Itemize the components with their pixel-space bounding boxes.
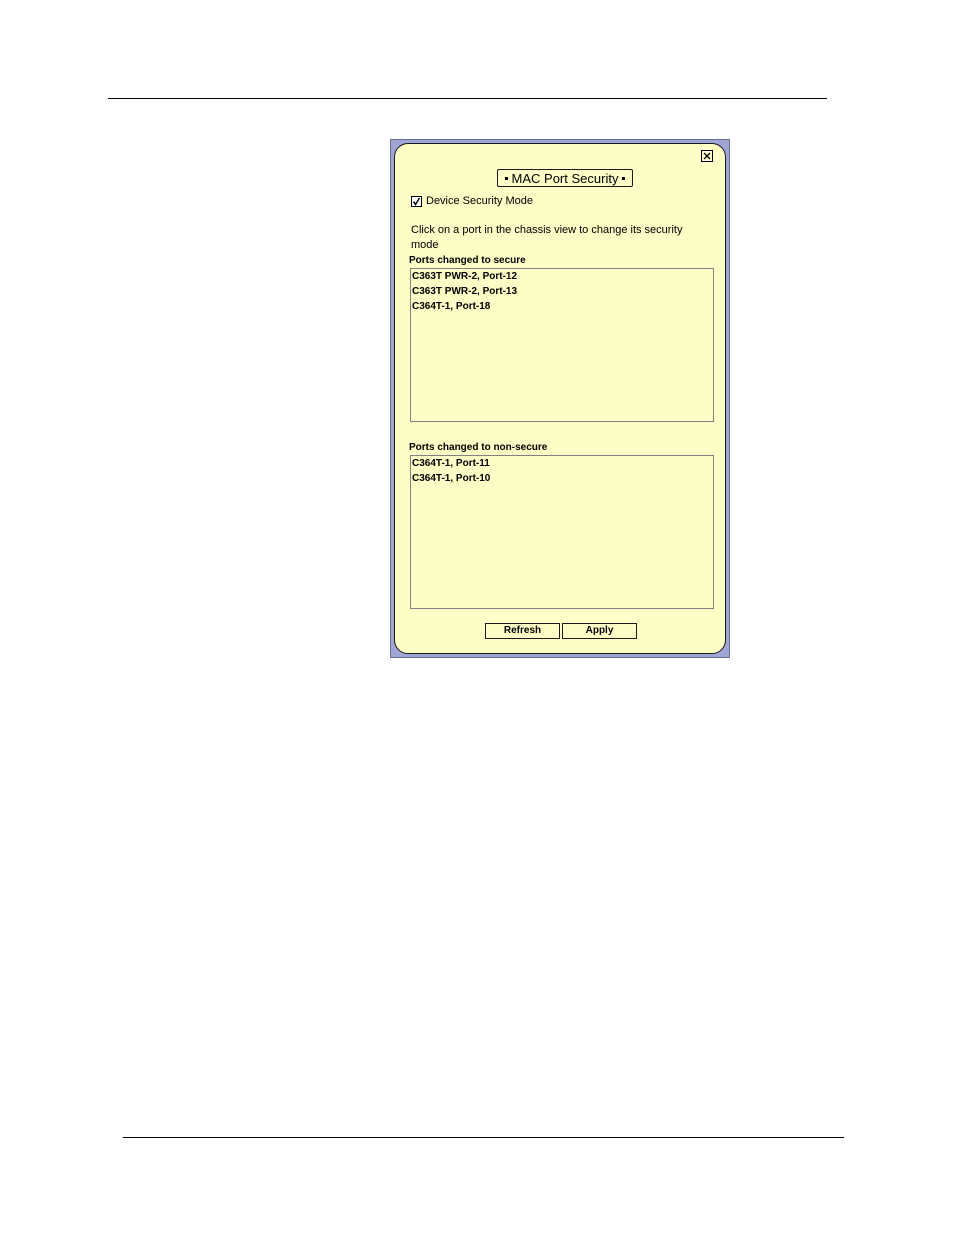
close-button[interactable] xyxy=(701,150,713,162)
list-item[interactable]: C364T-1, Port-11 xyxy=(411,456,713,471)
nonsecure-ports-list[interactable]: C364T-1, Port-11 C364T-1, Port-10 xyxy=(410,455,714,609)
checkmark-icon xyxy=(412,197,421,206)
device-security-mode-checkbox[interactable] xyxy=(411,195,422,207)
title-bullet-right xyxy=(622,176,626,180)
refresh-button[interactable]: Refresh xyxy=(485,623,560,639)
mac-port-security-window: MAC Port Security Device Security Mode C… xyxy=(390,139,730,658)
list-item[interactable]: C363T PWR-2, Port-13 xyxy=(411,284,713,299)
device-security-mode-toggle[interactable]: Device Security Mode xyxy=(411,194,533,208)
window-title-text: MAC Port Security xyxy=(511,170,619,186)
instruction-text: Click on a port in the chassis view to c… xyxy=(411,224,683,251)
header-rule xyxy=(108,98,827,99)
secure-ports-list[interactable]: C363T PWR-2, Port-12 C363T PWR-2, Port-1… xyxy=(410,268,714,422)
secure-ports-label: Ports changed to secure xyxy=(409,255,526,266)
list-item[interactable]: C364T-1, Port-10 xyxy=(411,471,713,486)
device-security-mode-label: Device Security Mode xyxy=(426,195,533,207)
apply-button[interactable]: Apply xyxy=(562,623,637,639)
footer-rule xyxy=(123,1137,844,1138)
window-title: MAC Port Security xyxy=(497,169,633,187)
close-icon xyxy=(703,152,711,160)
list-item[interactable]: C364T-1, Port-18 xyxy=(411,299,713,314)
nonsecure-ports-label: Ports changed to non-secure xyxy=(409,442,548,453)
list-item[interactable]: C363T PWR-2, Port-12 xyxy=(411,269,713,284)
mac-port-security-panel: MAC Port Security Device Security Mode C… xyxy=(394,143,726,654)
title-bullet-left xyxy=(504,176,508,180)
